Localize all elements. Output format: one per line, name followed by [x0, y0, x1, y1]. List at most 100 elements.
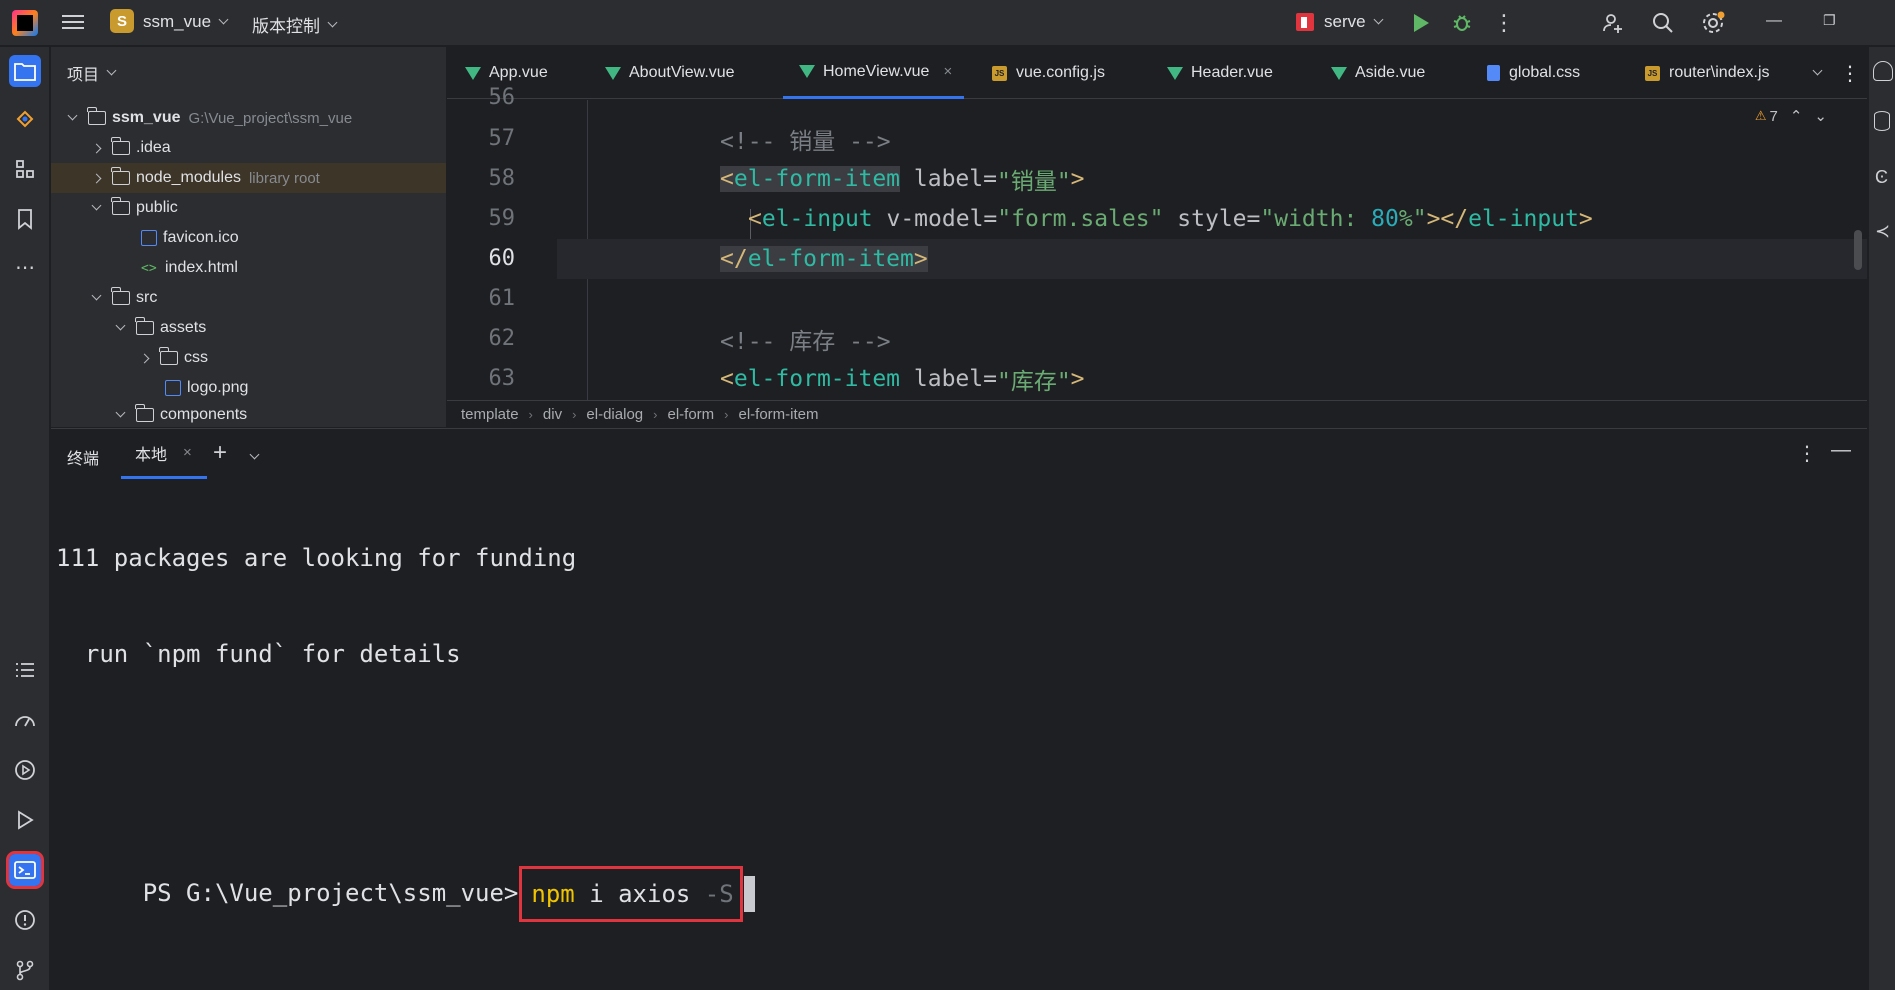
- tree-item-src[interactable]: src: [51, 283, 157, 313]
- notifications-icon[interactable]: [1873, 61, 1893, 81]
- minimize-button[interactable]: —: [1766, 12, 1782, 30]
- vue-file-icon: [605, 66, 621, 80]
- tree-item-logo-png[interactable]: logo.png: [51, 373, 248, 403]
- tree-item-favicon[interactable]: favicon.ico: [51, 223, 239, 253]
- tree-item-node-modules[interactable]: node_modules library root: [51, 163, 446, 193]
- breadcrumb-item[interactable]: el-dialog: [586, 406, 643, 423]
- database-icon[interactable]: [1874, 111, 1890, 131]
- run-config-label: serve: [1324, 12, 1366, 31]
- tab-router-index[interactable]: JS router\index.js: [1645, 47, 1770, 99]
- add-user-icon[interactable]: [1600, 10, 1626, 36]
- chevron-up-icon[interactable]: ⌃: [1790, 107, 1803, 125]
- tab-about-view[interactable]: AboutView.vue: [605, 47, 735, 99]
- editor-area: App.vue AboutView.vue HomeView.vue × JS …: [447, 47, 1867, 427]
- breadcrumb-item[interactable]: template: [461, 406, 519, 423]
- problems-icon[interactable]: [9, 904, 41, 936]
- breadcrumb-item[interactable]: div: [543, 406, 562, 423]
- chevron-down-icon[interactable]: [67, 110, 78, 121]
- editor-scrollbar[interactable]: [1854, 230, 1862, 270]
- image-file-icon: [141, 230, 157, 246]
- endpoints-icon[interactable]: ≺: [1875, 221, 1890, 242]
- chevron-right-icon[interactable]: [91, 173, 102, 183]
- chevron-down-icon[interactable]: [91, 290, 102, 301]
- project-panel-header[interactable]: 项目: [51, 47, 446, 99]
- git-branch-icon[interactable]: [9, 954, 41, 986]
- tree-item-label: public: [136, 199, 178, 216]
- more-actions-icon[interactable]: ⋮: [1491, 10, 1517, 36]
- tree-item-public[interactable]: public: [51, 193, 178, 223]
- tab-header-vue[interactable]: Header.vue: [1167, 47, 1273, 99]
- js-file-icon: JS: [992, 65, 1007, 81]
- terminal-tab-label: 本地: [135, 446, 168, 464]
- ai-assistant-icon[interactable]: Ͼ: [1875, 167, 1888, 188]
- tab-more-icon[interactable]: ⋮: [1840, 47, 1860, 99]
- structure-icon[interactable]: [9, 153, 41, 185]
- tree-item-assets[interactable]: assets: [51, 313, 206, 343]
- more-tools-icon[interactable]: ⋯: [9, 251, 41, 283]
- code-string: "销量": [996, 169, 1071, 195]
- run-tool-icon[interactable]: [9, 804, 41, 836]
- project-tool-icon[interactable]: [9, 55, 41, 87]
- close-icon[interactable]: ×: [943, 63, 952, 80]
- code-punct: <: [720, 166, 734, 192]
- code-punct: >: [913, 246, 928, 272]
- run-config-selector[interactable]: serve: [1296, 12, 1384, 32]
- terminal-dropdown[interactable]: [249, 445, 260, 463]
- terminal-output[interactable]: 111 packages are looking for funding run…: [56, 482, 755, 922]
- chevron-right-icon[interactable]: [139, 353, 150, 363]
- profiler-icon[interactable]: [9, 704, 41, 736]
- tree-item-ssm_vue[interactable]: ssm_vue G:\Vue_project\ssm_vue: [51, 103, 352, 133]
- tab-home-view[interactable]: HomeView.vue ×: [783, 47, 965, 99]
- code-string: "库存": [996, 369, 1071, 395]
- tab-vue-config[interactable]: JS vue.config.js: [992, 47, 1105, 99]
- restore-button[interactable]: ❐: [1823, 12, 1836, 29]
- hide-panel-icon[interactable]: —: [1831, 439, 1851, 462]
- project-selector[interactable]: ssm_vue: [143, 12, 229, 32]
- vcs-menu[interactable]: 版本控制: [252, 12, 338, 37]
- run-button[interactable]: [1408, 10, 1434, 36]
- chevron-down-icon[interactable]: [91, 200, 102, 211]
- breadcrumb-item[interactable]: el-form: [667, 406, 714, 423]
- terminal-options-icon[interactable]: ⋮: [1797, 441, 1817, 466]
- chevron-right-icon[interactable]: [91, 143, 102, 153]
- tree-item-index-html[interactable]: <> index.html: [51, 253, 238, 283]
- tab-global-css[interactable]: global.css: [1487, 47, 1580, 99]
- inspection-widget[interactable]: ⚠ 7 ⌃ ⌄: [1755, 107, 1827, 126]
- chevron-down-icon[interactable]: ⌄: [1814, 107, 1827, 125]
- tab-list-dropdown[interactable]: [1805, 47, 1823, 99]
- tab-label: Header.vue: [1191, 64, 1273, 81]
- terminal-tool-icon[interactable]: [6, 851, 44, 889]
- terminal-prompt-line: PS G:\Vue_project\ssm_vue> npm i axios -S: [56, 826, 755, 922]
- chevron-down-icon[interactable]: [115, 407, 126, 418]
- todo-list-icon[interactable]: [9, 654, 41, 686]
- close-icon[interactable]: ×: [183, 444, 192, 461]
- breadcrumb-item[interactable]: el-form-item: [739, 406, 819, 423]
- new-terminal-plus-icon[interactable]: +: [213, 439, 227, 467]
- line-number: 63: [488, 366, 516, 391]
- code-tag: el-input: [1468, 206, 1579, 232]
- code-line-58: <el-form-item label= "销量" >: [557, 159, 1867, 199]
- terminal-tab-local[interactable]: 本地 ×: [121, 429, 207, 479]
- breadcrumb: template › div › el-dialog › el-form › el-fo…: [447, 400, 1867, 427]
- services-icon[interactable]: [9, 754, 41, 786]
- settings-gear-icon[interactable]: [1700, 10, 1726, 36]
- ide-logo-icon[interactable]: [12, 10, 38, 36]
- tree-item-path-hint: G:\Vue_project\ssm_vue: [188, 109, 353, 127]
- code-punct: ></: [1426, 206, 1469, 232]
- project-badge[interactable]: S: [110, 9, 134, 33]
- tab-aside-vue[interactable]: Aside.vue: [1331, 47, 1425, 99]
- code-line-62: <!-- 库存 -->: [557, 319, 1867, 359]
- code-editor[interactable]: <!-- 销量 --> <el-form-item label= "销量" > < e…: [557, 100, 1867, 400]
- chevron-down-icon[interactable]: [115, 320, 126, 331]
- tree-item-css[interactable]: css: [51, 343, 208, 373]
- debug-button[interactable]: [1449, 10, 1475, 36]
- search-icon[interactable]: [1650, 10, 1676, 36]
- tree-item-components[interactable]: components: [51, 403, 247, 427]
- terminal-prompt: PS G:\Vue_project\ssm_vue>: [142, 879, 519, 907]
- bookmarks-icon[interactable]: [9, 203, 41, 235]
- tree-item-idea[interactable]: .idea: [51, 133, 171, 163]
- vcs-commit-icon[interactable]: [9, 103, 41, 135]
- tree-item-label: logo.png: [187, 379, 249, 396]
- tab-label: AboutView.vue: [629, 64, 735, 81]
- main-menu-icon[interactable]: [62, 11, 84, 33]
